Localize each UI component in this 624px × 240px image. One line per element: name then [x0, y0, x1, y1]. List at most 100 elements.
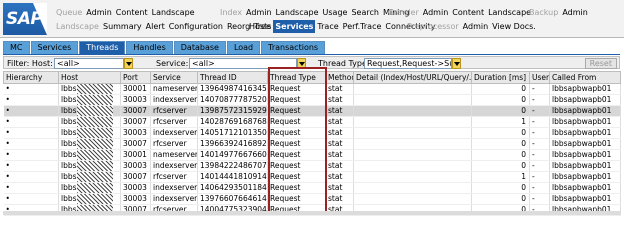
tab-services[interactable]: Services: [30, 41, 79, 54]
cell-method: stat: [325, 105, 354, 117]
menu-item-index-landscape[interactable]: Landscape: [274, 6, 321, 19]
menu-item-backup-admin[interactable]: Admin: [560, 6, 590, 19]
column-header-port[interactable]: Port: [120, 71, 151, 84]
cell-hier: •: [3, 171, 59, 183]
sub-tabs: MC Services Threads Handles Database Load Tran…: [3, 41, 326, 54]
column-header-method[interactable]: Method: [325, 71, 354, 84]
table-row[interactable]: • lbbs 30003 indexserver 14064293501184 Reque…: [3, 182, 621, 194]
cell-port: 30007: [120, 116, 151, 128]
menu-item-sys-hosts[interactable]: Hosts: [247, 20, 273, 33]
cell-user: -: [529, 193, 550, 205]
table-row[interactable]: • lbbs 30007 rfcserver 14028769168768 Request…: [3, 116, 621, 128]
thread-type-dropdown-arrow-icon[interactable]: [452, 58, 461, 69]
menu-item-landscape-summary[interactable]: Summary: [101, 20, 144, 33]
menu-item-index-index: Index: [220, 8, 243, 17]
filter-host-select[interactable]: <all>: [54, 58, 124, 69]
cell-user: -: [529, 94, 550, 106]
cell-called: lbbsapbwapb01: [549, 83, 621, 95]
column-header-detail-index-host-url-query[interactable]: Detail (Index/Host/URL/Query/...): [353, 71, 472, 84]
column-header-called-from[interactable]: Called From: [549, 71, 621, 84]
host-prefix: lbbs: [61, 128, 77, 137]
cell-detail: [353, 149, 472, 161]
menu-item-sys-services[interactable]: Services: [273, 20, 316, 33]
menu-item-landscape-landscape: Landscape: [56, 22, 99, 31]
menu-item-queue-admin[interactable]: Admin: [84, 6, 114, 19]
menu-item-sys-perf-trace[interactable]: Perf.Trace: [341, 20, 384, 33]
cell-detail: [353, 83, 472, 95]
menu-item-preproc-admin[interactable]: Admin: [461, 20, 491, 33]
cell-tid: 14051712101350: [197, 127, 268, 139]
cell-dur: 0: [471, 138, 530, 150]
table-row[interactable]: • lbbs 30007 rfcserver 14014441810914 Request…: [3, 171, 621, 183]
redacted-host-mask: [76, 161, 113, 171]
reset-button[interactable]: Reset: [584, 58, 617, 69]
cell-user: -: [529, 83, 550, 95]
cell-method: stat: [325, 127, 354, 139]
menu-item-crawler-content[interactable]: Content: [450, 6, 486, 19]
cell-service: nameserver: [150, 149, 198, 161]
cell-port: 30001: [120, 83, 151, 95]
table-row[interactable]: • lbbs 30007 rfcserver 13966392416892 Request…: [3, 138, 621, 150]
menu-item-landscape-alert[interactable]: Alert: [144, 20, 167, 33]
redacted-host-mask: [76, 172, 113, 182]
menu-item-index-admin[interactable]: Admin: [244, 6, 274, 19]
table-row[interactable]: • lbbs 30001 nameserver 14014977667660 Reques…: [3, 149, 621, 161]
tab-database[interactable]: Database: [173, 41, 226, 54]
cell-host: lbbs: [58, 127, 121, 139]
redacted-host-mask: [76, 106, 113, 116]
service-dropdown-arrow-icon[interactable]: [297, 58, 306, 69]
cell-called: lbbsapbwapb01: [549, 160, 621, 172]
cell-hier: •: [3, 193, 59, 205]
cell-port: 30007: [120, 171, 151, 183]
cell-host: lbbs: [58, 193, 121, 205]
menu-group-queue: Queue Admin Content Landscape: [54, 6, 197, 19]
cell-dur: 1: [471, 116, 530, 128]
redacted-host-mask: [76, 139, 113, 149]
table-row[interactable]: • lbbs 30003 indexserver 14051712101350 Reque…: [3, 127, 621, 139]
menu-item-landscape-configuration[interactable]: Configuration: [167, 20, 225, 33]
menu-item-crawler-admin[interactable]: Admin: [421, 6, 451, 19]
table-row[interactable]: • lbbs 30003 indexserver 14070877787520 Reque…: [3, 94, 621, 106]
host-dropdown-arrow-icon[interactable]: [124, 58, 133, 69]
menu-item-sys-trace[interactable]: Trace: [315, 20, 340, 33]
cell-service: rfcserver: [150, 171, 198, 183]
column-header-duration-ms[interactable]: Duration [ms]: [471, 71, 530, 84]
column-header-host[interactable]: Host: [58, 71, 121, 84]
cell-type: Request: [267, 149, 326, 161]
cell-tid: 14064293501184: [197, 182, 268, 194]
tab-mc[interactable]: MC: [3, 41, 30, 54]
host-prefix: lbbs: [61, 84, 77, 93]
cell-user: -: [529, 127, 550, 139]
tab-load[interactable]: Load: [226, 41, 261, 54]
cell-dur: 1: [471, 171, 530, 183]
column-header-service[interactable]: Service: [150, 71, 198, 84]
tab-handles[interactable]: Handles: [126, 41, 173, 54]
menu-item-queue-landscape[interactable]: Landscape: [150, 6, 197, 19]
menu-item-index-usage[interactable]: Usage: [321, 6, 350, 19]
cell-method: stat: [325, 160, 354, 172]
column-header-thread-type[interactable]: Thread Type: [267, 71, 326, 84]
cell-user: -: [529, 116, 550, 128]
menu-item-index-search[interactable]: Search: [349, 6, 380, 19]
table-row[interactable]: • lbbs 30003 indexserver 13984222486707 Reque…: [3, 160, 621, 172]
tab-divider: [3, 54, 620, 55]
menu-item-preproc-view-docs-[interactable]: View Docs.: [490, 20, 538, 33]
filter-thread-type-select[interactable]: Request,Request->Subthr: [364, 58, 452, 69]
column-header-user[interactable]: User: [529, 71, 550, 84]
filter-service-select[interactable]: <all>: [189, 58, 297, 69]
cell-hier: •: [3, 127, 59, 139]
table-row[interactable]: • lbbs 30007 rfcserver 13987572315929 Request…: [3, 105, 621, 117]
tab-threads[interactable]: Threads: [79, 41, 126, 54]
menu-item-queue-content[interactable]: Content: [114, 6, 150, 19]
cell-method: stat: [325, 193, 354, 205]
cell-called: lbbsapbwapb01: [549, 94, 621, 106]
tab-transactions[interactable]: Transactions: [261, 41, 326, 54]
table-row[interactable]: • lbbs 30001 nameserver 13964987416345 Reques…: [3, 83, 621, 95]
column-header-hierarchy[interactable]: Hierarchy: [3, 71, 59, 84]
table-row[interactable]: • lbbs 30003 indexserver 13976607664614 Reque…: [3, 193, 621, 205]
cell-service: rfcserver: [150, 138, 198, 150]
cell-detail: [353, 94, 472, 106]
horizontal-scrollbar[interactable]: [3, 211, 620, 215]
column-header-thread-id[interactable]: Thread ID: [197, 71, 268, 84]
host-prefix: lbbs: [61, 95, 77, 104]
